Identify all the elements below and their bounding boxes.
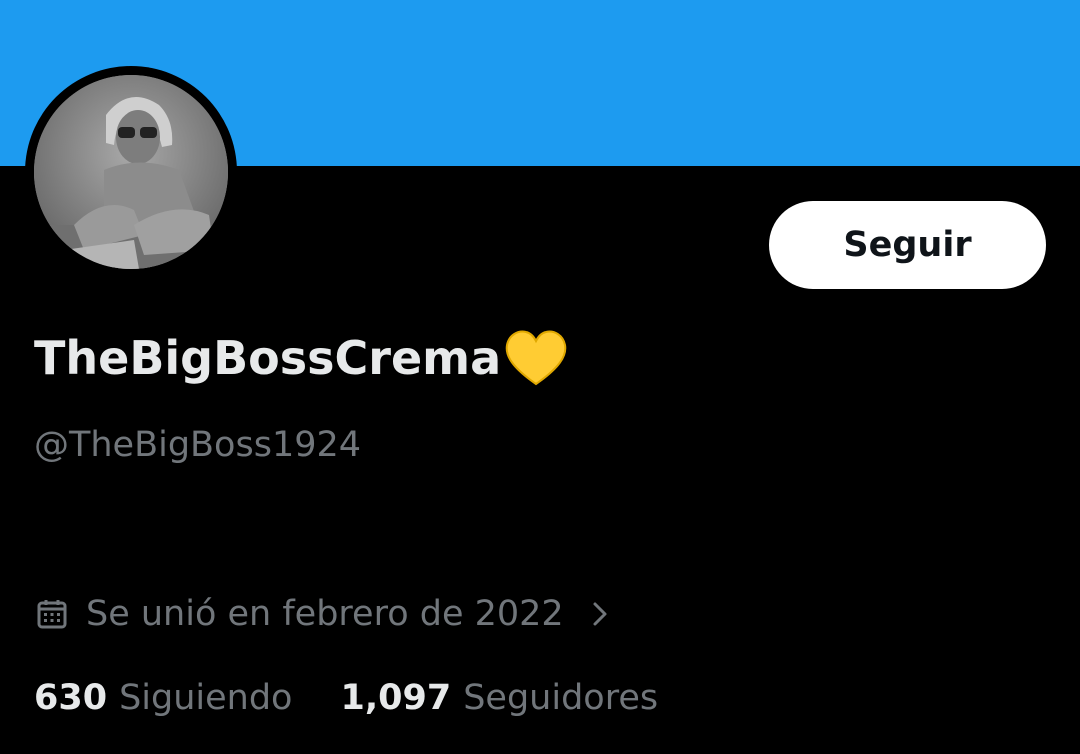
profile-handle: @TheBigBoss1924 — [34, 425, 362, 465]
avatar-image — [34, 75, 228, 269]
followers-count: 1,097 — [340, 678, 452, 718]
display-name-text: TheBigBossCrema — [34, 331, 502, 385]
following-label: Siguiendo — [119, 678, 293, 718]
followers-label: Seguidores — [463, 678, 659, 718]
calendar-icon — [37, 600, 67, 629]
yellow-heart-icon — [503, 328, 569, 388]
chevron-right-icon — [593, 602, 607, 626]
follow-stats: 630 Siguiendo 1,097 Seguidores — [34, 674, 658, 722]
following-link[interactable]: 630 Siguiendo — [34, 678, 292, 718]
join-date-text: Se unió en febrero de 2022 — [86, 594, 564, 634]
display-name: TheBigBossCrema — [34, 323, 569, 393]
join-date[interactable]: Se unió en febrero de 2022 — [36, 592, 614, 636]
followers-link[interactable]: 1,097 Seguidores — [340, 678, 658, 718]
avatar-frame — [25, 66, 237, 278]
avatar[interactable] — [34, 75, 228, 269]
following-count: 630 — [34, 678, 108, 718]
profile-page: Seguir TheBigBossCrema @TheBigBoss1924 S… — [0, 0, 1080, 754]
follow-button[interactable]: Seguir — [769, 201, 1046, 289]
